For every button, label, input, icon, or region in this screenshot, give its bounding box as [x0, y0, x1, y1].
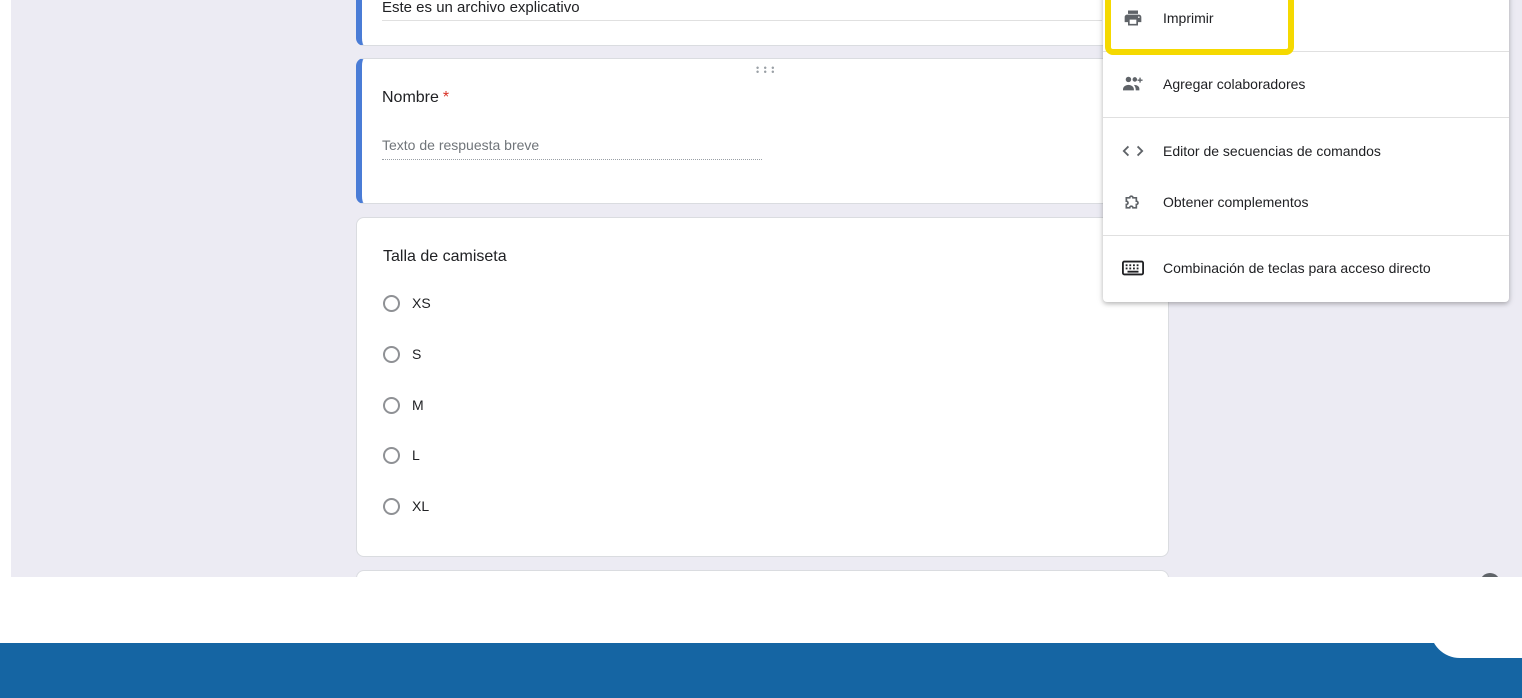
radio-button[interactable] — [383, 345, 400, 363]
add-people-icon — [1121, 72, 1145, 96]
option-label: M — [412, 397, 424, 413]
menu-item-label: Obtener complementos — [1163, 194, 1309, 210]
form-description[interactable]: Este es un archivo explicativo — [382, 0, 1102, 21]
radio-button[interactable] — [383, 294, 400, 312]
question-title-text: Nombre — [382, 89, 439, 106]
radio-option-xs[interactable]: XS — [383, 292, 431, 314]
menu-item-script-editor[interactable]: Editor de secuencias de comandos — [1103, 130, 1509, 172]
footer-band — [0, 643, 1522, 698]
radio-button[interactable] — [383, 396, 400, 414]
question-card-talla[interactable]: Talla de camiseta XS S M L XL — [356, 217, 1169, 557]
option-label: XL — [412, 498, 430, 514]
form-description-card[interactable]: Este es un archivo explicativo — [356, 0, 1169, 46]
option-label: S — [412, 346, 422, 362]
menu-divider — [1103, 235, 1509, 236]
drag-handle-icon[interactable]: • • • • • • — [756, 64, 775, 77]
keyboard-icon — [1121, 256, 1145, 280]
short-answer-placeholder: Texto de respuesta breve — [382, 137, 762, 160]
radio-button[interactable] — [383, 446, 400, 464]
menu-item-label: Agregar colaboradores — [1163, 76, 1306, 92]
radio-option-l[interactable]: L — [383, 444, 420, 466]
menu-item-get-addons[interactable]: Obtener complementos — [1103, 181, 1509, 223]
code-icon — [1121, 139, 1145, 163]
question-card-next[interactable] — [356, 570, 1169, 577]
question-card-nombre[interactable]: • • • • • • Nombre * Texto de respuesta br… — [356, 58, 1169, 204]
footer-curve — [1430, 628, 1522, 658]
question-title[interactable]: Talla de camiseta — [383, 248, 507, 266]
puzzle-icon — [1121, 190, 1145, 214]
menu-item-label: Combinación de teclas para acceso direct… — [1163, 260, 1431, 276]
radio-option-s[interactable]: S — [383, 343, 421, 365]
radio-option-xl[interactable]: XL — [383, 495, 429, 517]
radio-option-m[interactable]: M — [383, 394, 424, 416]
form-editor-canvas: Este es un archivo explicativo • • • • • … — [11, 0, 1522, 577]
menu-item-add-collaborators[interactable]: Agregar colaboradores — [1103, 63, 1509, 105]
option-label: XS — [412, 295, 431, 311]
option-label: L — [412, 447, 420, 463]
question-title[interactable]: Nombre * — [382, 89, 449, 107]
print-highlight-box — [1105, 0, 1294, 55]
menu-item-keyboard-shortcuts[interactable]: Combinación de teclas para acceso direct… — [1103, 247, 1509, 289]
radio-button[interactable] — [383, 497, 400, 515]
required-asterisk: * — [442, 89, 450, 106]
help-icon[interactable] — [1480, 573, 1500, 577]
menu-divider — [1103, 117, 1509, 118]
menu-item-label: Editor de secuencias de comandos — [1163, 143, 1381, 159]
